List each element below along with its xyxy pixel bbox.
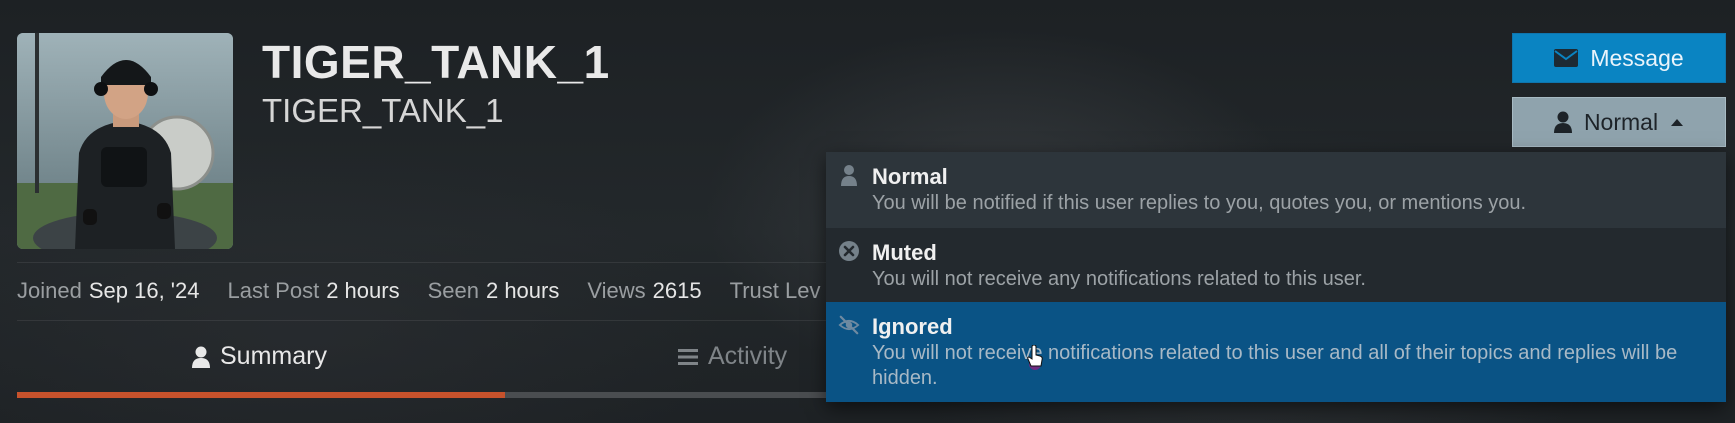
stat-trust-level: Trust Lev <box>730 278 828 304</box>
eye-slash-icon <box>838 315 860 335</box>
tab-label: Activity <box>708 342 788 370</box>
stat-label: Last Post <box>227 278 320 303</box>
stat-views: Views 2615 <box>587 278 701 304</box>
stat-label: Views <box>587 278 646 303</box>
stat-joined: Joined Sep 16, '24 <box>17 278 199 304</box>
tab-active-indicator <box>17 392 505 398</box>
stat-label: Joined <box>17 278 82 303</box>
option-title: Ignored <box>872 314 953 339</box>
stats-row: Joined Sep 16, '24 Last Post 2 hours Seen 2… <box>17 278 828 304</box>
tab-activity[interactable]: Activity <box>678 342 787 371</box>
notification-level-button[interactable]: Normal <box>1512 97 1726 147</box>
dropdown-option-ignored[interactable]: Ignored You will not receive notificatio… <box>826 302 1726 402</box>
dropdown-option-normal[interactable]: Normal You will be notified if this user… <box>826 152 1726 228</box>
stat-value: 2615 <box>652 278 702 303</box>
hand-cursor-icon <box>1027 345 1043 370</box>
message-button-label: Message <box>1590 44 1684 71</box>
option-title: Normal <box>872 164 948 189</box>
avatar-image <box>17 33 233 249</box>
stat-value: 2 hours <box>326 278 400 303</box>
stat-value: 2 hours <box>485 278 560 303</box>
option-description: You will not receive any notifications r… <box>872 268 1366 290</box>
full-name: TIGER_TANK_1 <box>262 92 504 129</box>
option-description: You will not receive notifications relat… <box>872 342 1678 389</box>
envelope-icon <box>1554 49 1579 67</box>
stat-label: Trust Lev <box>729 278 821 303</box>
user-icon <box>841 165 857 186</box>
username: TIGER_TANK_1 <box>262 36 610 88</box>
stat-last-post: Last Post 2 hours <box>227 278 399 304</box>
tab-summary[interactable]: Summary <box>192 342 327 371</box>
user-icon <box>192 346 210 368</box>
caret-up-icon <box>1671 118 1684 126</box>
stat-seen: Seen 2 hours <box>428 278 560 304</box>
times-circle-icon <box>839 241 859 261</box>
dropdown-option-muted[interactable]: Muted You will not receive any notificat… <box>826 228 1726 302</box>
stat-label: Seen <box>427 278 479 303</box>
user-icon <box>1553 111 1572 133</box>
list-icon <box>678 348 698 365</box>
message-button[interactable]: Message <box>1512 33 1726 83</box>
avatar <box>17 33 233 249</box>
option-title: Muted <box>872 240 937 265</box>
stat-value: Sep 16, '24 <box>88 278 200 303</box>
notification-level-label: Normal <box>1583 108 1659 135</box>
notification-level-dropdown: Normal You will be notified if this user… <box>826 152 1726 402</box>
tab-label: Summary <box>220 342 327 370</box>
option-description: You will be notified if this user replie… <box>872 192 1527 214</box>
